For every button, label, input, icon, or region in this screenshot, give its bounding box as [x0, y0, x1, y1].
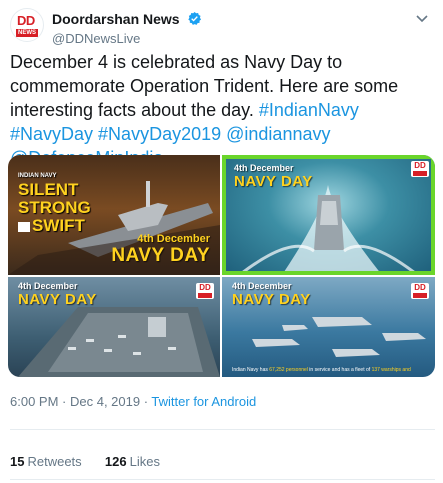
navy-day-title: NAVY DAY: [111, 245, 210, 266]
tweet-date[interactable]: Dec 4, 2019: [70, 394, 140, 409]
dd-logo-text: DD: [414, 161, 426, 170]
fact-caption-a: Indian Navy has: [232, 367, 270, 373]
dd-logo-badge: DD: [411, 161, 429, 177]
navy-day-label: 4th December NAVY DAY: [232, 281, 311, 308]
account-names[interactable]: Doordarshan News @DDNewsLive: [52, 10, 202, 46]
tweet-source-link[interactable]: Twitter for Android: [151, 394, 256, 409]
hashtag-indiannavy[interactable]: #IndianNavy: [259, 100, 359, 120]
navy-day-date: 4th December: [18, 281, 78, 291]
navy-day-label: 4th December NAVY DAY: [234, 163, 313, 190]
media-photo-2[interactable]: 4th December NAVY DAY DD: [222, 155, 435, 275]
dd-logo-text: DD: [199, 283, 211, 292]
engagement-stats: 15 Retweets 126 Likes: [10, 454, 160, 469]
handle[interactable]: @DDNewsLive: [52, 31, 202, 46]
fact-caption-d: 137 warships and: [371, 367, 411, 373]
fact-caption-c: in service and has a fleet of: [307, 367, 372, 373]
fact-caption-b: 67,252 personnel: [269, 367, 308, 373]
likes-stat[interactable]: 126 Likes: [105, 454, 160, 469]
media-grid: INDIAN NAVY SILENT STRONG SWIFT 4th Dece…: [8, 155, 435, 377]
slogan-block: INDIAN NAVY SILENT STRONG SWIFT: [18, 171, 91, 235]
dd-logo-text: DD: [414, 283, 426, 292]
meta-separator: ·: [58, 394, 70, 409]
avatar-logo-sub: NEWS: [16, 29, 38, 37]
navy-day-title: NAVY DAY: [234, 173, 313, 190]
divider: [10, 479, 435, 480]
hashtag-navyday[interactable]: #NavyDay: [10, 124, 93, 144]
navy-day-label: 4th December NAVY DAY: [111, 233, 210, 267]
media-photo-1[interactable]: INDIAN NAVY SILENT STRONG SWIFT 4th Dece…: [8, 155, 220, 275]
likes-label: Likes: [129, 454, 160, 469]
tweet-header: DD NEWS Doordarshan News @DDNewsLive: [10, 8, 430, 46]
navy-day-label: 4th December NAVY DAY: [18, 281, 97, 308]
navy-day-title: NAVY DAY: [18, 291, 97, 308]
arrow-box-icon: [18, 221, 30, 232]
navy-day-title: NAVY DAY: [232, 291, 311, 308]
navy-day-date: 4th December: [137, 233, 210, 245]
retweets-stat[interactable]: 15 Retweets: [10, 454, 82, 469]
dd-logo-badge: DD: [411, 283, 429, 299]
slogan-line-1: SILENT: [18, 180, 79, 199]
retweets-label: Retweets: [27, 454, 82, 469]
likes-count: 126: [104, 454, 127, 469]
slogan-line-2: STRONG: [18, 198, 91, 217]
avatar-logo-text: DD: [17, 13, 35, 28]
verified-badge-icon: [188, 12, 202, 26]
tweet-meta: 6:00 PM · Dec 4, 2019 · Twitter for Andr…: [10, 394, 256, 409]
hashtag-navyday2019[interactable]: #NavyDay2019: [98, 124, 221, 144]
navy-day-date: 4th December: [234, 163, 294, 173]
avatar[interactable]: DD NEWS: [10, 8, 44, 42]
mention-indiannavy[interactable]: @indiannavy: [226, 124, 330, 144]
chevron-down-icon[interactable]: [414, 10, 430, 26]
slogan-line-3: SWIFT: [32, 216, 85, 235]
meta-separator: ·: [140, 394, 152, 409]
display-name[interactable]: Doordarshan News: [52, 11, 180, 27]
media-photo-3[interactable]: 4th December NAVY DAY DD: [8, 277, 220, 377]
tweet-time[interactable]: 6:00 PM: [10, 394, 58, 409]
retweets-count: 15: [10, 454, 25, 469]
tweet-text: December 4 is celebrated as Navy Day to …: [10, 50, 435, 170]
dd-logo-badge: DD: [196, 283, 214, 299]
divider: [10, 429, 435, 430]
media-photo-4[interactable]: 4th December NAVY DAY DD Indian Navy has…: [222, 277, 435, 377]
fact-caption: Indian Navy has 67,252 personnel in serv…: [232, 367, 411, 373]
navy-day-date: 4th December: [232, 281, 292, 291]
slogan-line-3-wrap: SWIFT: [18, 217, 91, 235]
